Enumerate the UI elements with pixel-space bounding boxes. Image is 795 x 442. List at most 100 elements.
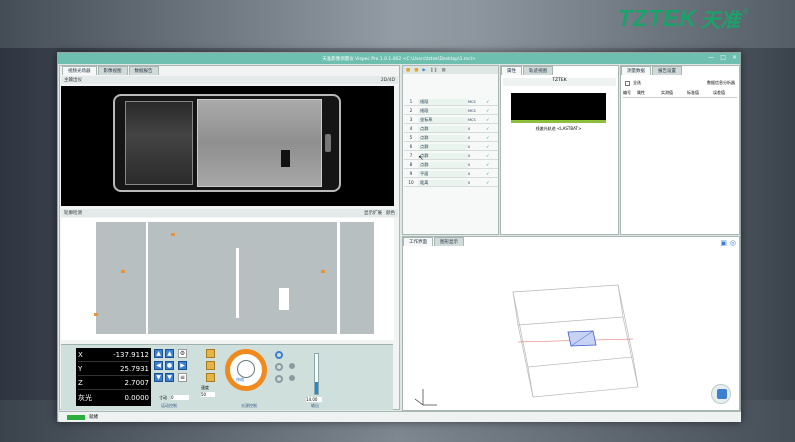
list-item[interactable]: 10 距离 0 ✓ xyxy=(404,179,498,187)
pointcloud-gap xyxy=(236,248,239,318)
app-window: 天准影像测量仪 Vispec Pro 1.0.1.002 <C:\Users\t… xyxy=(57,52,741,422)
slider-value[interactable]: 14.00 xyxy=(306,397,322,402)
camera-toolbar: 主输出仪 2D/4D xyxy=(61,76,398,84)
window-controls: — □ × xyxy=(708,54,737,61)
tab-trajectory[interactable]: 轨迹视图 xyxy=(523,66,553,75)
brand-logo: TZTEK 天准 ® xyxy=(618,5,749,32)
list-item[interactable]: 2 线段 MCS ✓ xyxy=(404,107,498,115)
pointcloud-gap xyxy=(279,288,289,310)
dro-row-x: X -137.9112 xyxy=(78,349,149,362)
device-black-block xyxy=(281,150,290,167)
axis-label: Y xyxy=(78,365,83,373)
jog-right-button[interactable]: ▶ xyxy=(178,361,187,370)
list-item[interactable]: 6 点群 0 ✓ xyxy=(404,143,498,151)
dro-row-y: Y 25.7931 xyxy=(78,363,149,376)
light-indicator xyxy=(289,363,295,369)
data-tabs: 测量数据 报告设置 xyxy=(621,66,682,75)
jog-down-button[interactable]: ▼ xyxy=(165,373,174,382)
3d-scene[interactable] xyxy=(403,247,739,410)
step-input[interactable]: 0 xyxy=(171,395,189,400)
list-item[interactable]: 8 点群 0 ✓ xyxy=(404,161,498,169)
light-ring-icon[interactable] xyxy=(275,351,283,359)
pointcloud-gap xyxy=(146,222,148,334)
z-up-button[interactable] xyxy=(206,349,215,358)
list-item[interactable]: 5 点群 0 ✓ xyxy=(404,134,498,142)
pointcloud-view[interactable] xyxy=(61,218,394,340)
3d-view-panel: 工作界面 图形显示 ▣ ◎ xyxy=(402,236,740,411)
lock-icon[interactable] xyxy=(711,384,731,404)
jog-up-button[interactable]: ▲ xyxy=(165,349,174,358)
pointcloud-tab[interactable]: 轮廓检测 xyxy=(64,210,82,216)
view-cube-icon[interactable]: ▣ xyxy=(720,239,727,247)
axis-value: 25.7931 xyxy=(120,365,149,373)
check-icon: ✓ xyxy=(486,180,490,185)
brand-reg: ® xyxy=(743,9,749,16)
jog-center-button[interactable]: ● xyxy=(165,361,174,370)
axis-value: 2.7007 xyxy=(124,379,150,387)
maximize-button[interactable]: □ xyxy=(720,54,726,61)
speed-input[interactable]: 50 xyxy=(201,392,215,397)
list-item[interactable]: 1 线段 MCS ✓ xyxy=(404,98,498,106)
tab-image-view[interactable]: 影像视图 xyxy=(97,66,128,75)
sliders-icon[interactable]: ≡ xyxy=(178,373,187,382)
tab-data-report[interactable]: 数据报告 xyxy=(128,66,159,75)
slider-fill xyxy=(315,382,318,394)
save-icon[interactable]: ■ xyxy=(414,68,418,73)
close-button[interactable]: × xyxy=(732,54,737,61)
camera-view[interactable] xyxy=(61,86,394,206)
gear-icon[interactable]: ⚙ xyxy=(178,349,187,358)
select-all-label: 全选 xyxy=(633,80,641,85)
check-icon: ✓ xyxy=(486,135,490,140)
data-analyzer-label[interactable]: 数据信息分析器 xyxy=(707,80,735,86)
main-output-label[interactable]: 主输出仪 xyxy=(64,77,82,83)
tab-graphics[interactable]: 图形显示 xyxy=(434,237,464,246)
tab-measure-data[interactable]: 测量数据 xyxy=(621,66,651,75)
tab-report-settings[interactable]: 报告设置 xyxy=(652,66,682,75)
play-icon[interactable]: ▶ xyxy=(423,68,426,73)
pause-icon[interactable]: ❚❚ xyxy=(430,68,438,73)
select-all-row: 全选 xyxy=(625,80,641,86)
light-coax-icon[interactable] xyxy=(275,363,283,371)
pointcloud-gap xyxy=(337,222,340,334)
jog-up-left-button[interactable]: ▲ xyxy=(154,349,163,358)
device-right-half xyxy=(197,99,322,187)
dial-label: 伸缩 xyxy=(236,377,244,382)
list-toolbar: ■ ■ ▶ ❚❚ ■ xyxy=(403,66,498,74)
light-dial[interactable]: 伸缩 xyxy=(225,349,267,391)
list-item[interactable]: 3 坐标系 MCS ✓ xyxy=(404,116,498,124)
tab-work-area[interactable]: 工作界面 xyxy=(403,237,433,246)
window-title: 天准影像测量仪 Vispec Pro 1.0.1.002 <C:\Users\t… xyxy=(322,56,476,62)
axis-label: 灰光 xyxy=(78,393,92,402)
tab-properties[interactable]: 属性 xyxy=(501,66,522,75)
jog-down-left-button[interactable]: ▼ xyxy=(154,373,163,382)
view-zoom-icon[interactable]: ◎ xyxy=(730,239,736,247)
speed-label: 速度 xyxy=(201,385,209,390)
z-down-button[interactable] xyxy=(206,373,215,382)
light-bottom-icon[interactable] xyxy=(275,375,283,383)
open-icon[interactable]: ■ xyxy=(406,68,410,73)
section-motion-label: 运动控制 xyxy=(161,403,177,408)
list-item[interactable]: 9 平面 0 ✓ xyxy=(404,170,498,178)
tab-video[interactable]: 视频光场器 xyxy=(62,66,97,75)
output-slider[interactable] xyxy=(314,353,319,395)
status-text: 就绪 xyxy=(89,415,98,420)
z-mid-button[interactable] xyxy=(206,361,215,370)
color-label[interactable]: 颜色 xyxy=(386,210,395,216)
light-indicator xyxy=(289,375,295,381)
axis-value: 0.0000 xyxy=(124,393,150,402)
stop-icon[interactable]: ■ xyxy=(442,68,446,73)
jog-left-button[interactable]: ◀ xyxy=(154,361,163,370)
measurement-data-panel: 测量数据 报告设置 全选 数据信息分析器 编号 属性 实测值 标准值 误差值 xyxy=(620,65,740,235)
3d-tabs: 工作界面 图形显示 xyxy=(403,237,464,246)
display-expand-label[interactable]: 显示扩展 xyxy=(364,210,382,216)
data-table-header: 编号 属性 实测值 标准值 误差值 xyxy=(623,90,737,98)
camera-tabs: 视频光场器 影像视图 数据报告 xyxy=(62,66,159,75)
axis-label: Z xyxy=(78,379,83,387)
minimize-button[interactable]: — xyxy=(708,54,714,61)
list-item[interactable]: 4 点群 0 ✓ xyxy=(404,125,498,133)
check-icon: ✓ xyxy=(486,171,490,176)
axis-label: X xyxy=(78,351,83,359)
trajectory-preview[interactable] xyxy=(511,93,606,123)
select-all-checkbox[interactable] xyxy=(625,80,630,86)
zoom-badge[interactable]: 2D/4D xyxy=(381,78,395,83)
